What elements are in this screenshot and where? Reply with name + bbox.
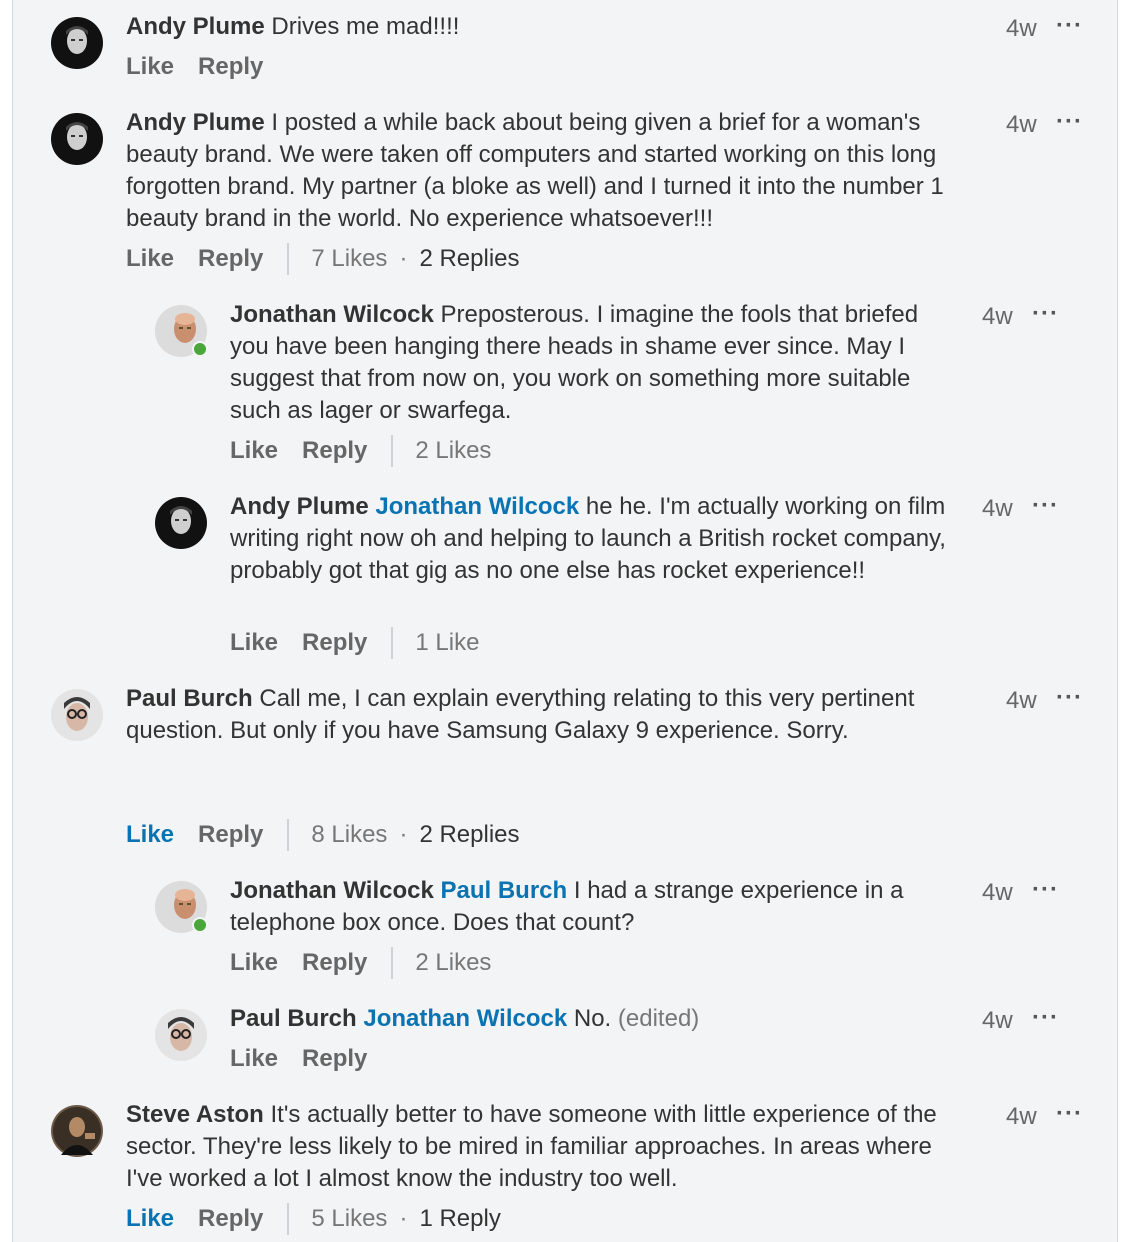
bullet-separator: · — [399, 821, 408, 848]
more-options-icon[interactable]: ··· — [1056, 1102, 1083, 1126]
likes-count[interactable]: 8 Likes — [311, 819, 387, 851]
reply-button[interactable]: Reply — [198, 1203, 263, 1235]
more-options-icon[interactable]: ··· — [1032, 878, 1059, 902]
likes-count[interactable]: 5 Likes — [311, 1203, 387, 1235]
comment-author[interactable]: Andy Plume — [126, 13, 265, 40]
comments-panel: Andy Plume Drives me mad!!!! 4w ··· Like… — [12, 0, 1118, 1242]
avatar-jonathan-wilcock[interactable] — [155, 881, 208, 933]
comment-body: Andy Plume Drives me mad!!!! — [126, 11, 946, 43]
likes-count[interactable]: 1 Like — [415, 627, 479, 659]
like-button[interactable]: Like — [126, 819, 174, 851]
comment-timestamp: 4w — [1006, 15, 1037, 42]
avatar-steve-aston[interactable] — [51, 1105, 103, 1157]
replies-count[interactable]: 2 Replies — [419, 243, 519, 275]
comment-body: Andy Plume I posted a while back about b… — [126, 107, 956, 235]
more-options-icon[interactable]: ··· — [1056, 686, 1083, 710]
comment-text: No. — [573, 1005, 612, 1032]
avatar-jonathan-wilcock[interactable] — [155, 305, 208, 357]
like-button[interactable]: Like — [230, 947, 278, 979]
divider — [391, 627, 394, 659]
replies-count[interactable]: 2 Replies — [419, 819, 519, 851]
mention-link[interactable]: Paul Burch — [441, 877, 568, 904]
comment-actions: Like Reply — [230, 1043, 367, 1075]
comment-author[interactable]: Andy Plume — [126, 109, 265, 136]
reply-button[interactable]: Reply — [198, 243, 263, 275]
bullet-separator: · — [399, 245, 408, 272]
comment-timestamp: 4w — [982, 879, 1013, 906]
like-button[interactable]: Like — [230, 435, 278, 467]
comment-timestamp: 4w — [1006, 687, 1037, 714]
like-button[interactable]: Like — [126, 51, 174, 83]
reply-button[interactable]: Reply — [198, 819, 263, 851]
comment-body: Paul Burch Jonathan Wilcock No. (edited) — [230, 1003, 950, 1035]
comment-author[interactable]: Paul Burch — [230, 1005, 357, 1032]
like-button[interactable]: Like — [230, 627, 278, 659]
page: Andy Plume Drives me mad!!!! 4w ··· Like… — [0, 0, 1134, 1242]
comment-body: Paul Burch Call me, I can explain everyt… — [126, 683, 956, 747]
likes-count[interactable]: 2 Likes — [415, 435, 491, 467]
avatar-paul-burch[interactable] — [51, 689, 103, 741]
comment-actions: Like Reply 2 Likes — [230, 947, 491, 979]
like-button[interactable]: Like — [230, 1043, 278, 1075]
divider — [287, 819, 290, 851]
divider — [287, 243, 290, 275]
replies-count[interactable]: 1 Reply — [419, 1203, 500, 1235]
like-button[interactable]: Like — [126, 243, 174, 275]
bullet-separator: · — [399, 1205, 408, 1232]
comment-actions: Like Reply 5 Likes · 1 Reply — [126, 1203, 501, 1235]
more-options-icon[interactable]: ··· — [1032, 494, 1059, 518]
comment-text: Drives me mad!!!! — [271, 13, 460, 40]
comment-body: Jonathan Wilcock Paul Burch I had a stra… — [230, 875, 930, 939]
comment-timestamp: 4w — [982, 1007, 1013, 1034]
likes-count[interactable]: 2 Likes — [415, 947, 491, 979]
comment-actions: Like Reply — [126, 51, 263, 83]
online-status-icon — [192, 341, 208, 357]
comment-timestamp: 4w — [982, 495, 1013, 522]
divider — [391, 435, 394, 467]
reply-button[interactable]: Reply — [302, 947, 367, 979]
comment-body: Jonathan Wilcock Preposterous. I imagine… — [230, 299, 950, 427]
mention-link[interactable]: Jonathan Wilcock — [375, 493, 579, 520]
more-options-icon[interactable]: ··· — [1056, 14, 1083, 38]
comment-timestamp: 4w — [1006, 111, 1037, 138]
comment-timestamp: 4w — [1006, 1103, 1037, 1130]
avatar-andy-plume[interactable] — [155, 497, 207, 549]
divider — [391, 947, 394, 979]
more-options-icon[interactable]: ··· — [1032, 302, 1059, 326]
comment-author[interactable]: Steve Aston — [126, 1101, 264, 1128]
divider — [287, 1203, 290, 1235]
avatar-andy-plume[interactable] — [51, 113, 103, 165]
reply-button[interactable]: Reply — [198, 51, 263, 83]
comment-body: Steve Aston It's actually better to have… — [126, 1099, 956, 1195]
more-options-icon[interactable]: ··· — [1056, 110, 1083, 134]
comment-author[interactable]: Jonathan Wilcock — [230, 877, 434, 904]
more-options-icon[interactable]: ··· — [1032, 1006, 1059, 1030]
likes-count[interactable]: 7 Likes — [311, 243, 387, 275]
comment-author[interactable]: Jonathan Wilcock — [230, 301, 434, 328]
avatar-andy-plume[interactable] — [51, 17, 103, 69]
like-button[interactable]: Like — [126, 1203, 174, 1235]
comment-timestamp: 4w — [982, 303, 1013, 330]
reply-button[interactable]: Reply — [302, 435, 367, 467]
comment-body: Andy Plume Jonathan Wilcock he he. I'm a… — [230, 491, 950, 587]
comment-author[interactable]: Paul Burch — [126, 685, 253, 712]
online-status-icon — [192, 917, 208, 933]
reply-button[interactable]: Reply — [302, 1043, 367, 1075]
comment-actions: Like Reply 2 Likes — [230, 435, 491, 467]
avatar-paul-burch[interactable] — [155, 1009, 207, 1061]
comment-author[interactable]: Andy Plume — [230, 493, 369, 520]
edited-label: (edited) — [617, 1005, 700, 1032]
comment-actions: Like Reply 7 Likes · 2 Replies — [126, 243, 520, 275]
mention-link[interactable]: Jonathan Wilcock — [363, 1005, 567, 1032]
comment-actions: Like Reply 8 Likes · 2 Replies — [126, 819, 520, 851]
reply-button[interactable]: Reply — [302, 627, 367, 659]
comment-actions: Like Reply 1 Like — [230, 627, 479, 659]
